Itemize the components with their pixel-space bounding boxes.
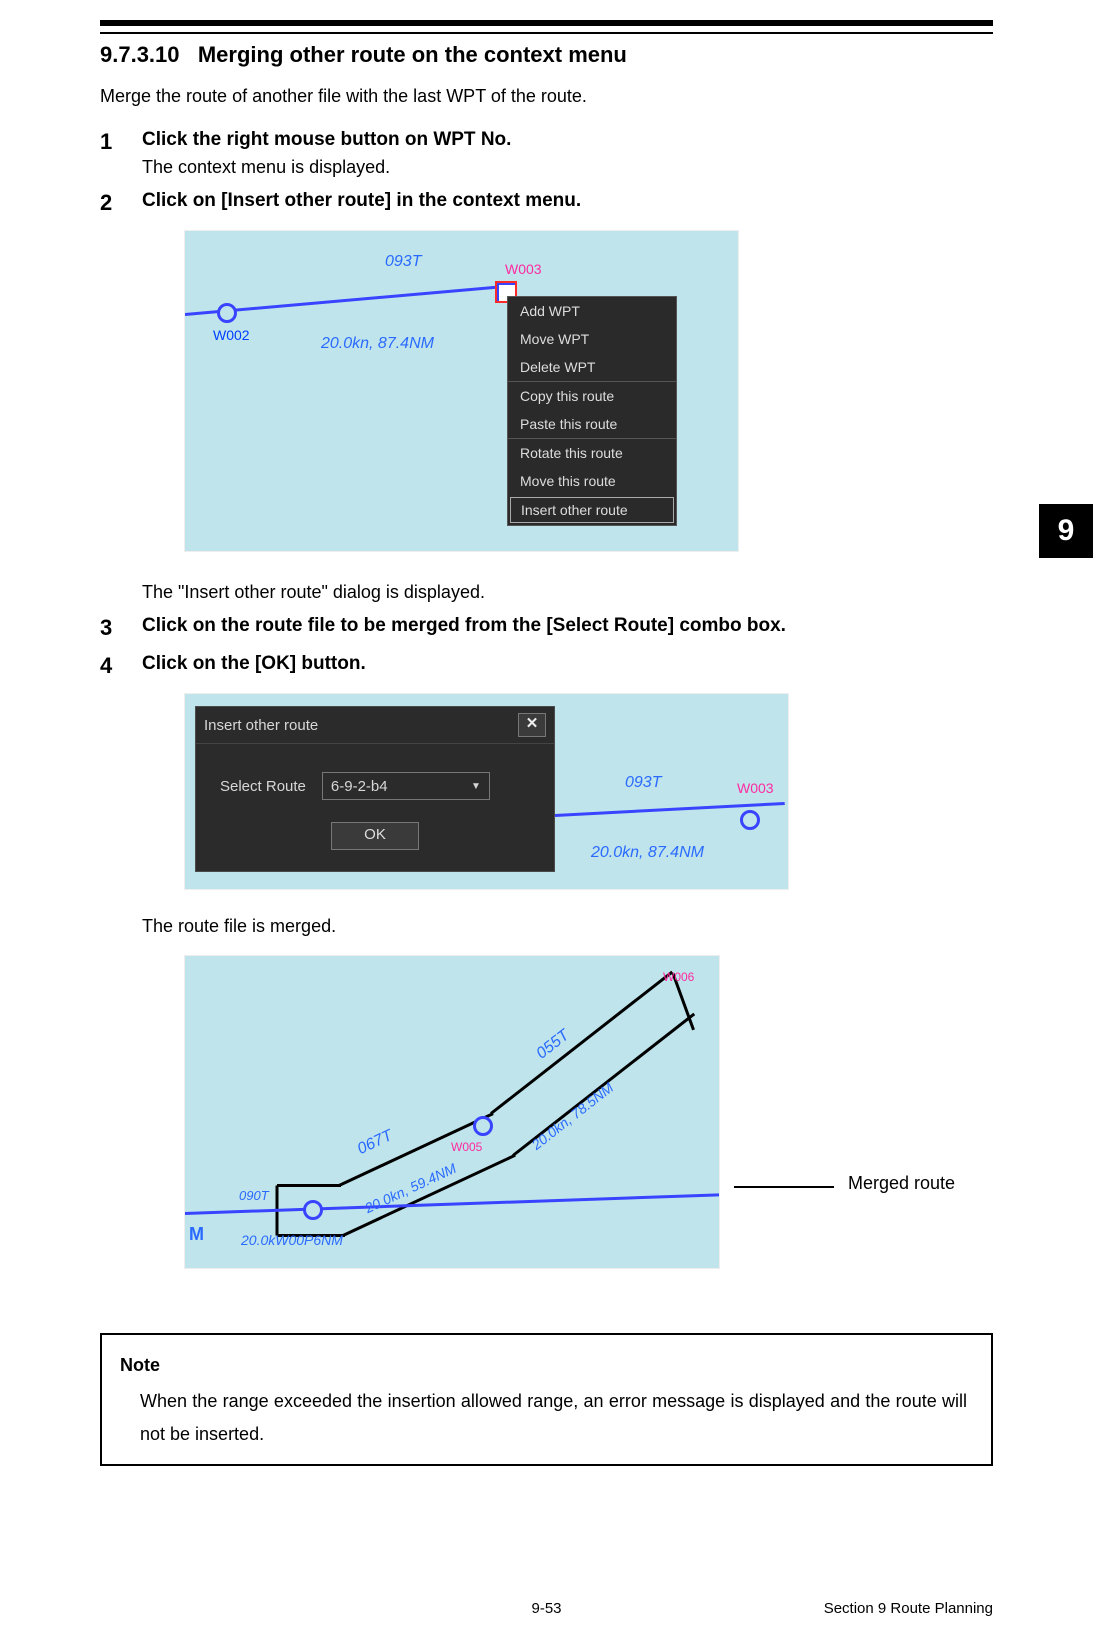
wpt-w003-label: W003 bbox=[505, 261, 542, 277]
screenshot-context-menu: 093T W002 W003 20.0kn, 87.4NM Add WPT Mo… bbox=[184, 230, 739, 552]
note-box: Note When the range exceeded the inserti… bbox=[100, 1333, 993, 1466]
context-menu: Add WPT Move WPT Delete WPT Copy this ro… bbox=[507, 296, 677, 526]
wpt-w003-label-b: W003 bbox=[737, 780, 774, 796]
step-4-number: 4 bbox=[100, 653, 142, 1295]
step-1-sub: The context menu is displayed. bbox=[142, 157, 993, 178]
select-route-label: Select Route bbox=[220, 778, 306, 795]
bearing-label-b: 093T bbox=[625, 774, 661, 792]
menu-insert-other-route[interactable]: Insert other route bbox=[510, 497, 674, 523]
wpt-w006-label: W006 bbox=[663, 970, 694, 984]
speed-dist-3: 20.0kn, 78.5NM bbox=[529, 1079, 617, 1152]
page-footer: 9-53 Section 9 Route Planning bbox=[100, 1600, 993, 1617]
section-heading: 9.7.3.10 Merging other route on the cont… bbox=[100, 42, 993, 68]
menu-paste-route[interactable]: Paste this route bbox=[508, 410, 676, 438]
bearing-055: 055T bbox=[533, 1027, 573, 1064]
note-heading: Note bbox=[120, 1349, 973, 1381]
step-4-title: Click on the [OK] button. bbox=[142, 653, 993, 675]
bearing-label: 093T bbox=[385, 253, 421, 271]
menu-add-wpt[interactable]: Add WPT bbox=[508, 297, 676, 325]
section-number: 9.7.3.10 bbox=[100, 42, 180, 67]
chapter-tab: 9 bbox=[1039, 504, 1093, 558]
combo-value: 6-9-2-b4 bbox=[331, 778, 388, 795]
wpt-mid-1 bbox=[303, 1200, 323, 1220]
step-1-title: Click the right mouse button on WPT No. bbox=[142, 129, 993, 151]
select-route-combo[interactable]: 6-9-2-b4 ▼ bbox=[322, 772, 490, 800]
insert-other-route-dialog: Insert other route ✕ Select Route 6-9-2-… bbox=[195, 706, 555, 872]
section-reference: Section 9 Route Planning bbox=[824, 1600, 993, 1617]
menu-rotate-route[interactable]: Rotate this route bbox=[508, 439, 676, 467]
step-2-after: The "Insert other route" dialog is displ… bbox=[142, 582, 993, 603]
intro-text: Merge the route of another file with the… bbox=[100, 86, 993, 107]
section-title-text: Merging other route on the context menu bbox=[198, 42, 627, 67]
wpt-w002 bbox=[217, 303, 237, 323]
step-2-number: 2 bbox=[100, 190, 142, 603]
step-1-number: 1 bbox=[100, 129, 142, 178]
menu-delete-wpt[interactable]: Delete WPT bbox=[508, 353, 676, 381]
wpt-w002-label: W002 bbox=[213, 327, 250, 343]
wpt-mid-2 bbox=[473, 1116, 493, 1136]
ok-button[interactable]: OK bbox=[331, 822, 419, 850]
step-2-title: Click on [Insert other route] in the con… bbox=[142, 190, 993, 212]
wpt-w005-label: W005 bbox=[451, 1140, 482, 1154]
wpt-w003-b bbox=[740, 810, 760, 830]
menu-move-wpt[interactable]: Move WPT bbox=[508, 325, 676, 353]
note-body: When the range exceeded the insertion al… bbox=[120, 1385, 973, 1450]
dialog-close-button[interactable]: ✕ bbox=[518, 713, 546, 737]
page-number: 9-53 bbox=[531, 1600, 561, 1617]
bearing-067: 067T bbox=[355, 1127, 396, 1159]
step-3-number: 3 bbox=[100, 615, 142, 641]
bearing-090: 090T bbox=[239, 1188, 269, 1203]
speed-distance-label: 20.0kn, 87.4NM bbox=[321, 335, 434, 353]
merged-route-callout: Merged route bbox=[848, 1173, 955, 1194]
screenshot-insert-dialog: Insert other route ✕ Select Route 6-9-2-… bbox=[184, 693, 789, 890]
speed-distance-label-b: 20.0kn, 87.4NM bbox=[591, 844, 704, 862]
step-3-title: Click on the route file to be merged fro… bbox=[142, 615, 993, 637]
step-4-after: The route file is merged. bbox=[142, 916, 993, 937]
left-M: M bbox=[189, 1224, 204, 1245]
menu-copy-route[interactable]: Copy this route bbox=[508, 382, 676, 410]
chevron-down-icon: ▼ bbox=[471, 781, 481, 792]
dialog-title: Insert other route bbox=[204, 717, 318, 734]
callout-line bbox=[734, 1186, 834, 1188]
screenshot-merged-route: 055T 067T 090T 20.0kn, 59.4NM 20.0kn, 78… bbox=[184, 955, 720, 1269]
bottom-info: 20.0kW00P6NM bbox=[241, 1232, 343, 1248]
menu-move-route[interactable]: Move this route bbox=[508, 467, 676, 495]
